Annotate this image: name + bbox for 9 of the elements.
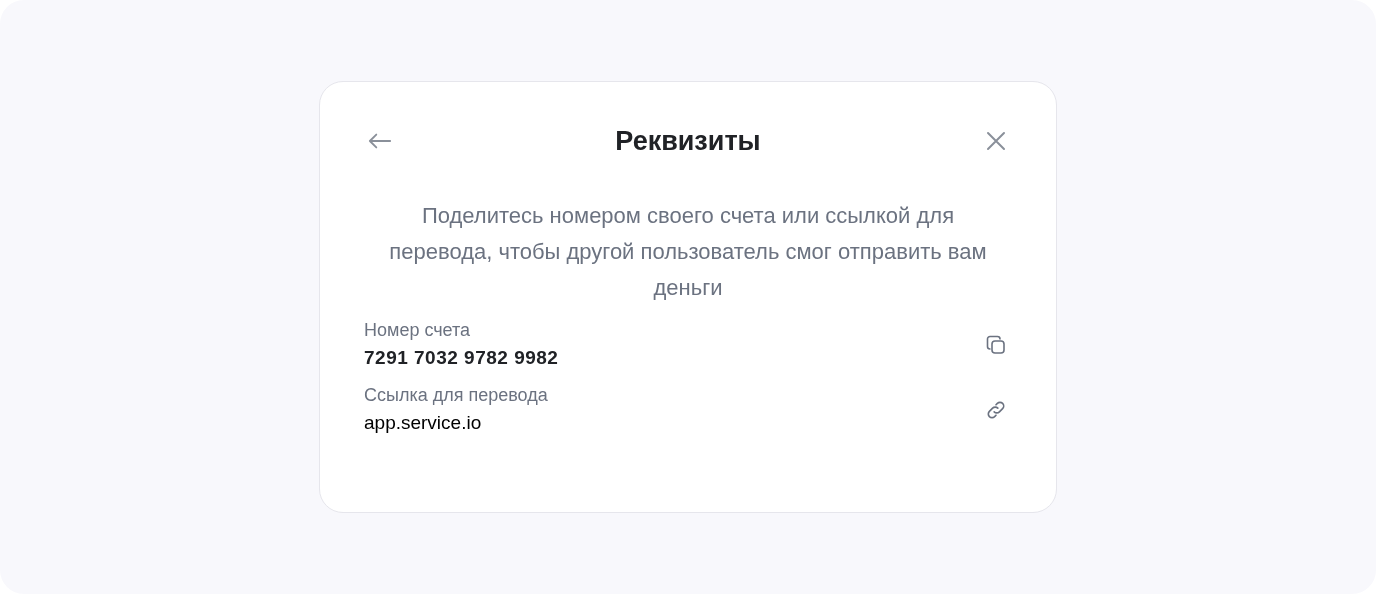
field-value: app.service.io [364,412,483,434]
field-label: Ссылка для перевода [364,385,548,406]
field-value: 7291 7032 9782 9982 [364,347,559,369]
dialog-title: Реквизиты [615,125,761,157]
field-label: Номер счета [364,320,472,341]
close-icon [986,131,1006,151]
copy-icon [986,334,1006,355]
description-text: Поделитесь номером своего счета или ссылкой для перевода, чтобы другой пользователь смог отправить вам деньги [388,202,988,302]
back-arrow-icon [368,132,392,150]
